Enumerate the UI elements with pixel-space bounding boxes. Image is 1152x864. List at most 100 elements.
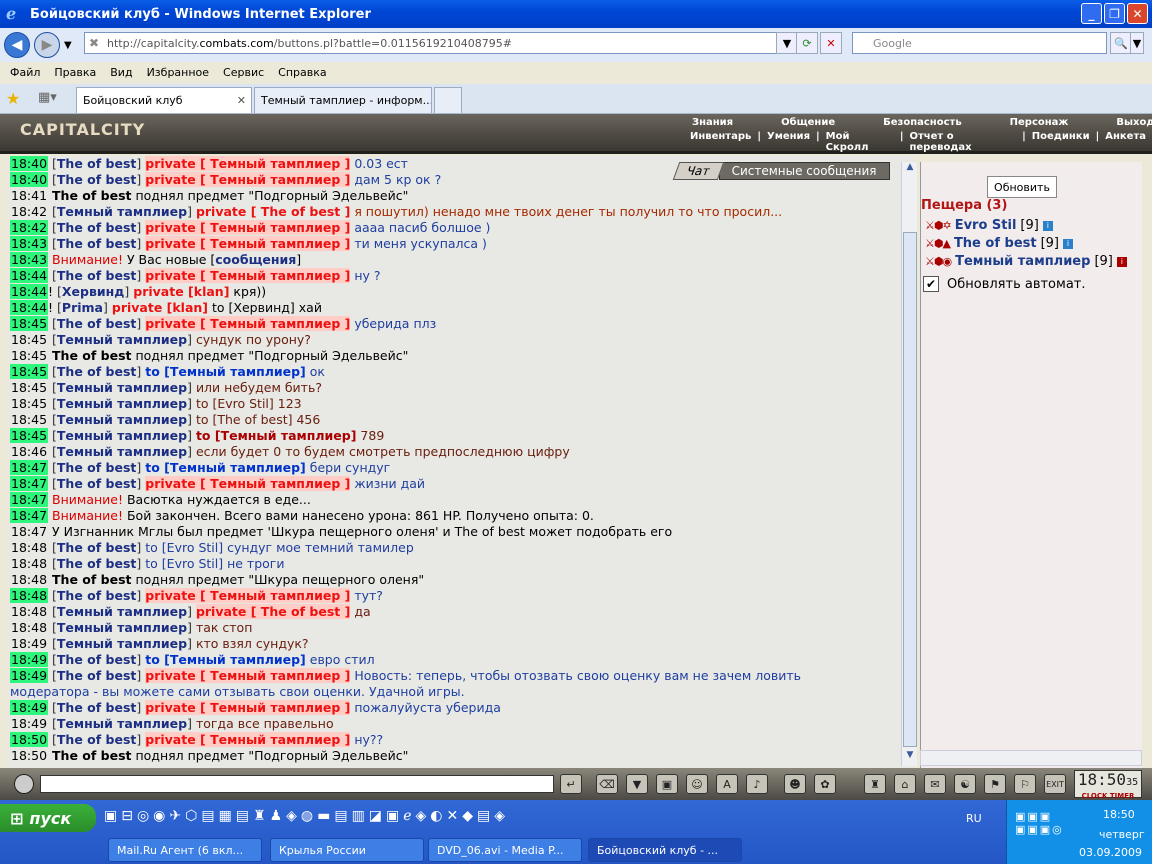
chat-text[interactable]: private [ Темный тамплиер ]: [145, 172, 351, 187]
sound-icon[interactable]: ♪: [746, 774, 768, 794]
chat-text[interactable]: private [ Темный тамплиер ]: [145, 732, 351, 747]
chat-text[interactable]: to [Темный тамплиер]: [196, 428, 357, 443]
menu-view[interactable]: Вид: [110, 66, 132, 79]
chat-sender[interactable]: [Темный тамплиер]: [52, 412, 192, 427]
chat-sender[interactable]: [Темный тамплиер]: [52, 428, 192, 443]
chat-text[interactable]: private [ Темный тамплиер ]: [145, 156, 351, 171]
chat-timestamp[interactable]: 18:41: [10, 188, 48, 203]
address-dropdown-button[interactable]: ▼: [776, 32, 798, 54]
flag-icon[interactable]: ⚐: [1014, 774, 1036, 794]
chat-text[interactable]: private [ Темный тамплиер ]: [145, 668, 351, 683]
game-menu-transfers[interactable]: Отчет о переводах: [903, 131, 1022, 153]
game-menu-inventory[interactable]: Инвентарь: [684, 131, 757, 153]
chat-timestamp[interactable]: 18:46: [10, 444, 48, 459]
filter-icon[interactable]: ▼: [626, 774, 648, 794]
player-item[interactable]: ⚔⬢✡ Evro Stil [9] i: [925, 218, 1053, 233]
chat-sender[interactable]: [The of best]: [52, 220, 141, 235]
smiley-avatar-icon[interactable]: [14, 774, 34, 794]
font-icon[interactable]: A: [716, 774, 738, 794]
chat-sender[interactable]: [Темный тамплиер]: [52, 620, 192, 635]
language-indicator[interactable]: RU: [966, 812, 982, 825]
task-ie-combats[interactable]: Бойцовский клуб - ...: [588, 838, 742, 862]
chat-sender[interactable]: [The of best]: [52, 316, 141, 331]
chat-timestamp[interactable]: 18:45: [10, 332, 48, 347]
chat-timestamp[interactable]: 18:40: [10, 156, 49, 171]
chat-timestamp[interactable]: 18:49: [10, 668, 49, 683]
chat-sender[interactable]: [The of best]: [52, 668, 141, 683]
chat-sender[interactable]: [The of best]: [52, 268, 141, 283]
chat-timestamp[interactable]: 18:42: [10, 220, 49, 235]
menu-favorites[interactable]: Избранное: [147, 66, 209, 79]
chat-actor[interactable]: The of best: [52, 348, 131, 363]
chat-timestamp[interactable]: 18:48: [10, 620, 48, 635]
send-icon[interactable]: ↵: [560, 774, 582, 794]
game-menu-knowledge[interactable]: Знания: [668, 117, 757, 128]
chat-text[interactable]: to [Темный тамплиер]: [145, 364, 306, 379]
chat-sender[interactable]: [Хервинд]: [57, 284, 129, 299]
quick-launch-icons[interactable]: ▣⊟◎◉✈⬡▤▦▤♜♟◈◍▬▤▥◪▣ℯ◈◐✕◆▤◈: [104, 808, 509, 824]
address-bar[interactable]: ✖ http://capitalcity. combats.com/buttons…: [84, 32, 792, 54]
chat-text[interactable]: private [ Темный тамплиер ]: [145, 476, 351, 491]
chat-timestamp[interactable]: 18:47: [10, 460, 49, 475]
menu-file[interactable]: Файл: [10, 66, 40, 79]
chat-timestamp[interactable]: 18:50: [10, 748, 48, 763]
chat-sender[interactable]: [The of best]: [52, 540, 141, 555]
game-menu-exit[interactable]: Выход: [1092, 117, 1152, 128]
chat-timestamp[interactable]: 18:48: [10, 540, 48, 555]
chat-sender[interactable]: [Темный тамплиер]: [52, 716, 192, 731]
task-media-player[interactable]: DVD_06.avi - Media P...: [428, 838, 582, 862]
smiles-icon[interactable]: ☻: [784, 774, 806, 794]
player-info-icon[interactable]: i: [1042, 220, 1053, 231]
save-icon[interactable]: ▣: [656, 774, 678, 794]
chat-timestamp[interactable]: 18:49: [10, 652, 49, 667]
tray-icons[interactable]: ▣▣▣ ▣▣▣◎: [1015, 810, 1064, 836]
player-info-icon[interactable]: i: [1063, 238, 1074, 249]
chat-sender[interactable]: [Prima]: [57, 300, 108, 315]
map-icon[interactable]: ⌂: [894, 774, 916, 794]
refresh-room-button[interactable]: Обновить: [987, 176, 1057, 198]
mail-icon[interactable]: ✉: [924, 774, 946, 794]
chat-timestamp[interactable]: 18:48: [10, 572, 48, 587]
chat-sender[interactable]: [Темный тамплиер]: [52, 204, 192, 219]
auto-update-checkbox[interactable]: ✔: [923, 276, 939, 292]
tab-close-icon[interactable]: ✕: [237, 94, 246, 107]
chat-timestamp[interactable]: 18:49: [10, 700, 49, 715]
chat-timestamp[interactable]: 18:45: [10, 428, 49, 443]
chat-timestamp[interactable]: 18:49: [10, 636, 48, 651]
chat-timestamp[interactable]: 18:47: [10, 476, 49, 491]
bag-icon[interactable]: ♜: [864, 774, 886, 794]
chat-sender[interactable]: [Темный тамплиер]: [52, 396, 192, 411]
menu-edit[interactable]: Правка: [54, 66, 96, 79]
chat-sender[interactable]: [The of best]: [52, 700, 141, 715]
room-horizontal-scrollbar[interactable]: [920, 750, 1142, 766]
player-name[interactable]: Темный тамплиер: [955, 254, 1090, 269]
chat-timestamp[interactable]: 18:47: [10, 492, 49, 507]
chat-sender[interactable]: [The of best]: [52, 556, 141, 571]
chat-timestamp[interactable]: 18:45: [10, 380, 48, 395]
chat-timestamp[interactable]: 18:42: [10, 204, 48, 219]
search-input[interactable]: Google: [852, 32, 1107, 54]
auto-update-toggle[interactable]: ✔ Обновлять автомат.: [923, 276, 1086, 292]
chat-timestamp[interactable]: 18:48: [10, 588, 49, 603]
chat-text[interactable]: private [ Темный тамплиер ]: [145, 700, 351, 715]
chat-text[interactable]: private [klan]: [133, 284, 229, 299]
new-tab-button[interactable]: [434, 87, 462, 113]
game-menu-fights[interactable]: Поединки: [1026, 131, 1096, 153]
chat-text[interactable]: to [Темный тамплиер]: [145, 460, 306, 475]
chat-sender[interactable]: [Темный тамплиер]: [52, 444, 192, 459]
chat-sender[interactable]: [Темный тамплиер]: [52, 380, 192, 395]
chat-sender[interactable]: [The of best]: [52, 652, 141, 667]
player-item[interactable]: ⚔⬢▲ The of best [9] i: [925, 236, 1074, 251]
chat-timestamp[interactable]: 18:49: [10, 716, 48, 731]
chat-text[interactable]: private [ The of best ]: [196, 204, 350, 219]
chat-sender[interactable]: [Темный тамплиер]: [52, 636, 192, 651]
chat-timestamp[interactable]: 18:45: [10, 316, 49, 331]
chat-sender[interactable]: [The of best]: [52, 476, 141, 491]
chat-timestamp[interactable]: 18:48: [10, 604, 48, 619]
chat-timestamp[interactable]: 18:44: [10, 300, 49, 315]
scroll-down-icon[interactable]: ▼: [902, 750, 918, 766]
game-menu-security[interactable]: Безопасность: [859, 117, 986, 128]
exit-icon[interactable]: EXIT: [1044, 774, 1066, 794]
tab-chat[interactable]: Чат: [672, 162, 724, 180]
nav-dropdown-icon[interactable]: ▼: [64, 40, 72, 51]
